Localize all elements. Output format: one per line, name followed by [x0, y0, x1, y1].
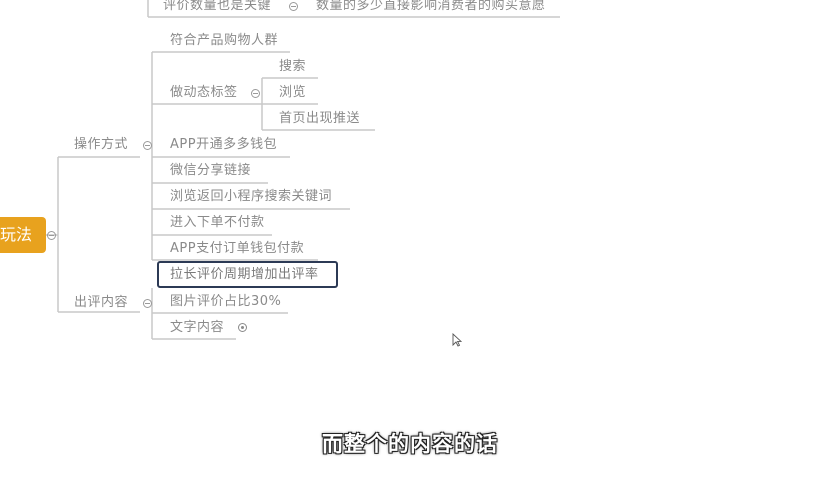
video-subtitle: 而整个的内容的话 — [322, 432, 498, 456]
node-image-review[interactable]: 图片评价占比30% — [170, 294, 281, 310]
node-order-unpaid[interactable]: 进入下单不付款 — [170, 215, 265, 231]
node-miniprogram-search[interactable]: 浏览返回小程序搜索关键词 — [170, 189, 332, 205]
branch-operation-collapse-icon[interactable] — [143, 141, 152, 150]
branch-operation[interactable]: 操作方式 — [74, 137, 128, 153]
root-label: 玩法 — [0, 225, 32, 244]
node-homepage-push[interactable]: 首页出现推送 — [279, 111, 360, 127]
mindmap-connectors — [46, 0, 560, 340]
dynamic-tags-collapse-icon[interactable] — [251, 89, 260, 98]
node-wechat-share[interactable]: 微信分享链接 — [170, 163, 251, 179]
collapse-icon[interactable] — [289, 2, 298, 11]
node-review-count-note[interactable]: 数量的多少直接影响消费者的购买意愿 — [316, 0, 546, 14]
node-search[interactable]: 搜索 — [279, 59, 306, 75]
node-browse[interactable]: 浏览 — [279, 85, 306, 101]
node-target-audience[interactable]: 符合产品购物人群 — [170, 33, 278, 49]
root-collapse-icon[interactable] — [47, 231, 56, 240]
branch-review-collapse-icon[interactable] — [143, 299, 152, 308]
node-review-count[interactable]: 评价数量也是关键 — [163, 0, 271, 14]
mouse-cursor-icon — [452, 333, 462, 347]
node-app-pay[interactable]: APP支付订单钱包付款 — [170, 241, 304, 257]
root-node[interactable]: 玩法 — [0, 217, 46, 253]
expand-icon[interactable] — [238, 323, 247, 332]
node-extend-review[interactable]: 拉长评价周期增加出评率 — [170, 267, 319, 283]
branch-review[interactable]: 出评内容 — [74, 295, 128, 311]
node-app-wallet[interactable]: APP开通多多钱包 — [170, 137, 277, 153]
node-text-content[interactable]: 文字内容 — [170, 320, 224, 336]
node-dynamic-tags[interactable]: 做动态标签 — [170, 85, 238, 101]
